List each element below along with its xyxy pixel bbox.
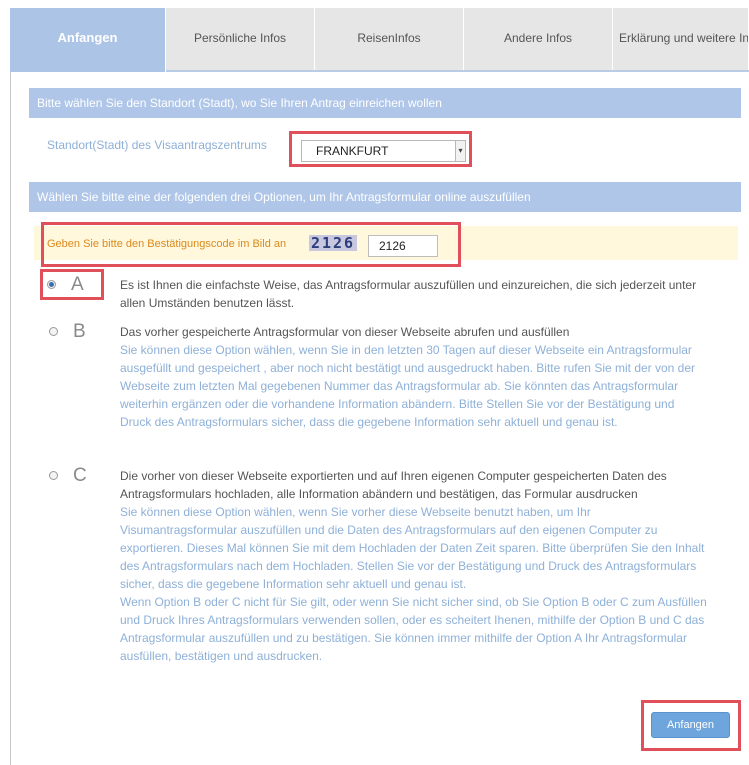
option-c-note: Wenn Option B oder C nicht für Sie gilt,… [120, 595, 707, 663]
option-c-text: Die vorher von dieser Webseite exportier… [120, 467, 708, 665]
option-a-highlight-box [40, 269, 104, 300]
tab-reiseninfos[interactable]: ReisenInfos [315, 8, 464, 72]
option-c-radio[interactable] [49, 471, 58, 480]
tab-erklaerung[interactable]: Erklärung und weitere Infos [613, 8, 749, 72]
options-section-header: Wählen Sie bitte eine der folgenden drei… [29, 182, 741, 212]
tab-anfangen[interactable]: Anfangen [10, 8, 166, 72]
captcha-highlight-box [41, 222, 461, 267]
option-a-title: Es ist Ihnen die einfachste Weise, das A… [120, 278, 697, 310]
option-b-title: Das vorher gespeicherte Antragsformular … [120, 325, 570, 339]
start-button-highlight-box [641, 700, 741, 751]
tab-bar: Anfangen Persönliche Infos ReisenInfos A… [10, 8, 749, 72]
tab-persoenliche-infos[interactable]: Persönliche Infos [166, 8, 315, 72]
option-b-radio[interactable] [49, 327, 58, 336]
location-label: Standort(Stadt) des Visaantragszentrums [47, 138, 267, 152]
option-c-title: Die vorher von dieser Webseite exportier… [120, 469, 667, 501]
option-b-letter: B [73, 321, 86, 342]
option-c-letter: C [73, 465, 87, 486]
location-highlight-box [289, 131, 472, 167]
option-b-text: Das vorher gespeicherte Antragsformular … [120, 323, 708, 431]
panel-border [10, 72, 11, 765]
option-a-text: Es ist Ihnen die einfachste Weise, das A… [120, 276, 708, 312]
option-c-description: Sie können diese Option wählen, wenn Sie… [120, 505, 705, 591]
option-b-description: Sie können diese Option wählen, wenn Sie… [120, 343, 696, 429]
location-section-header: Bitte wählen Sie den Standort (Stadt), w… [29, 88, 741, 118]
tab-andere-infos[interactable]: Andere Infos [464, 8, 613, 72]
